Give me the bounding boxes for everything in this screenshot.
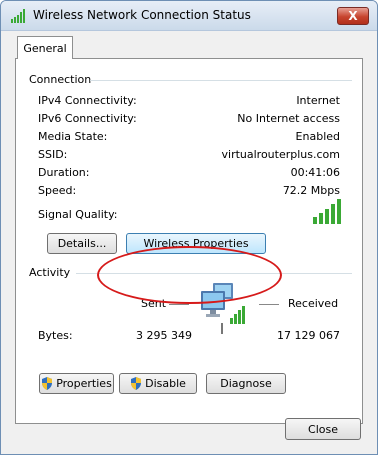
connection-divider — [90, 80, 352, 81]
tab-general-label: General — [23, 41, 67, 55]
window-close-button[interactable]: X — [337, 7, 369, 25]
close-button[interactable]: Close — [285, 418, 361, 440]
details-button[interactable]: Details... — [47, 233, 117, 254]
duration-value: 00:41:06 — [290, 166, 340, 179]
properties-button-label: Properties — [56, 377, 112, 390]
sent-line — [169, 304, 189, 305]
close-button-label: Close — [308, 422, 338, 436]
network-computers-icon — [201, 283, 245, 334]
disable-button[interactable]: Disable — [119, 373, 197, 394]
signal-strength-icon — [313, 199, 341, 224]
sent-label: Sent — [141, 297, 167, 310]
activity-divider — [76, 273, 352, 274]
uac-shield-icon — [131, 377, 142, 390]
signal-quality-label: Signal Quality: — [38, 208, 118, 221]
close-icon: X — [348, 9, 358, 23]
wireless-properties-label: Wireless Properties — [143, 237, 249, 250]
details-button-label: Details... — [57, 237, 107, 250]
ipv6-value: No Internet access — [237, 112, 340, 125]
bytes-label: Bytes: — [38, 329, 73, 342]
activity-heading: Activity — [29, 266, 71, 279]
speed-value: 72.2 Mbps — [282, 184, 340, 197]
bytes-sent-value: 3 295 349 — [136, 329, 192, 342]
ssid-value: virtualrouterplus.com — [221, 148, 341, 161]
diagnose-button[interactable]: Diagnose — [206, 373, 286, 394]
status-window: Wireless Network Connection Status X Gen… — [0, 0, 378, 455]
dialog-client: General Connection IPv4 Connectivity: In… — [9, 31, 369, 446]
wireless-properties-button[interactable]: Wireless Properties — [126, 233, 266, 254]
ssid-label: SSID: — [38, 148, 68, 161]
speed-label: Speed: — [38, 184, 77, 197]
ipv6-label: IPv6 Connectivity: — [38, 112, 137, 125]
media-state-label: Media State: — [38, 130, 108, 143]
connection-heading: Connection — [29, 73, 92, 86]
ipv4-label: IPv4 Connectivity: — [38, 94, 137, 107]
general-panel: Connection IPv4 Connectivity: Internet I… — [15, 58, 363, 424]
signal-bars-icon — [11, 9, 25, 23]
window-title: Wireless Network Connection Status — [33, 8, 251, 22]
media-state-value: Enabled — [295, 130, 340, 143]
disable-button-label: Disable — [145, 377, 186, 390]
highlight-annotation — [97, 246, 282, 304]
properties-button[interactable]: Properties — [39, 373, 114, 394]
duration-label: Duration: — [38, 166, 90, 179]
diagnose-button-label: Diagnose — [220, 377, 272, 390]
uac-shield-icon — [42, 377, 53, 390]
bytes-received-value: 17 129 067 — [277, 329, 340, 342]
tab-general[interactable]: General — [17, 36, 73, 59]
received-line — [259, 304, 279, 305]
title-bar[interactable]: Wireless Network Connection Status X — [1, 1, 377, 31]
ipv4-value: Internet — [296, 94, 340, 107]
received-label: Received — [288, 297, 339, 310]
